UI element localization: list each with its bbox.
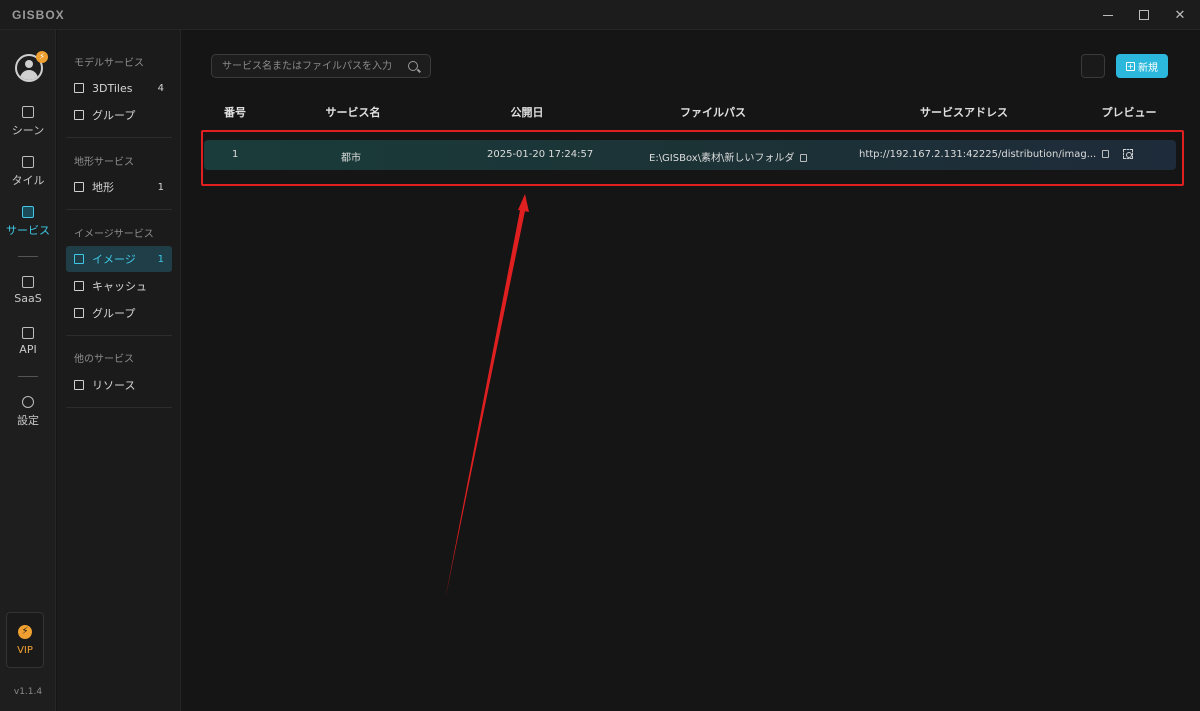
arrow-shaft xyxy=(445,205,526,600)
arrow-head xyxy=(518,194,529,212)
annotation-arrow xyxy=(445,194,529,600)
